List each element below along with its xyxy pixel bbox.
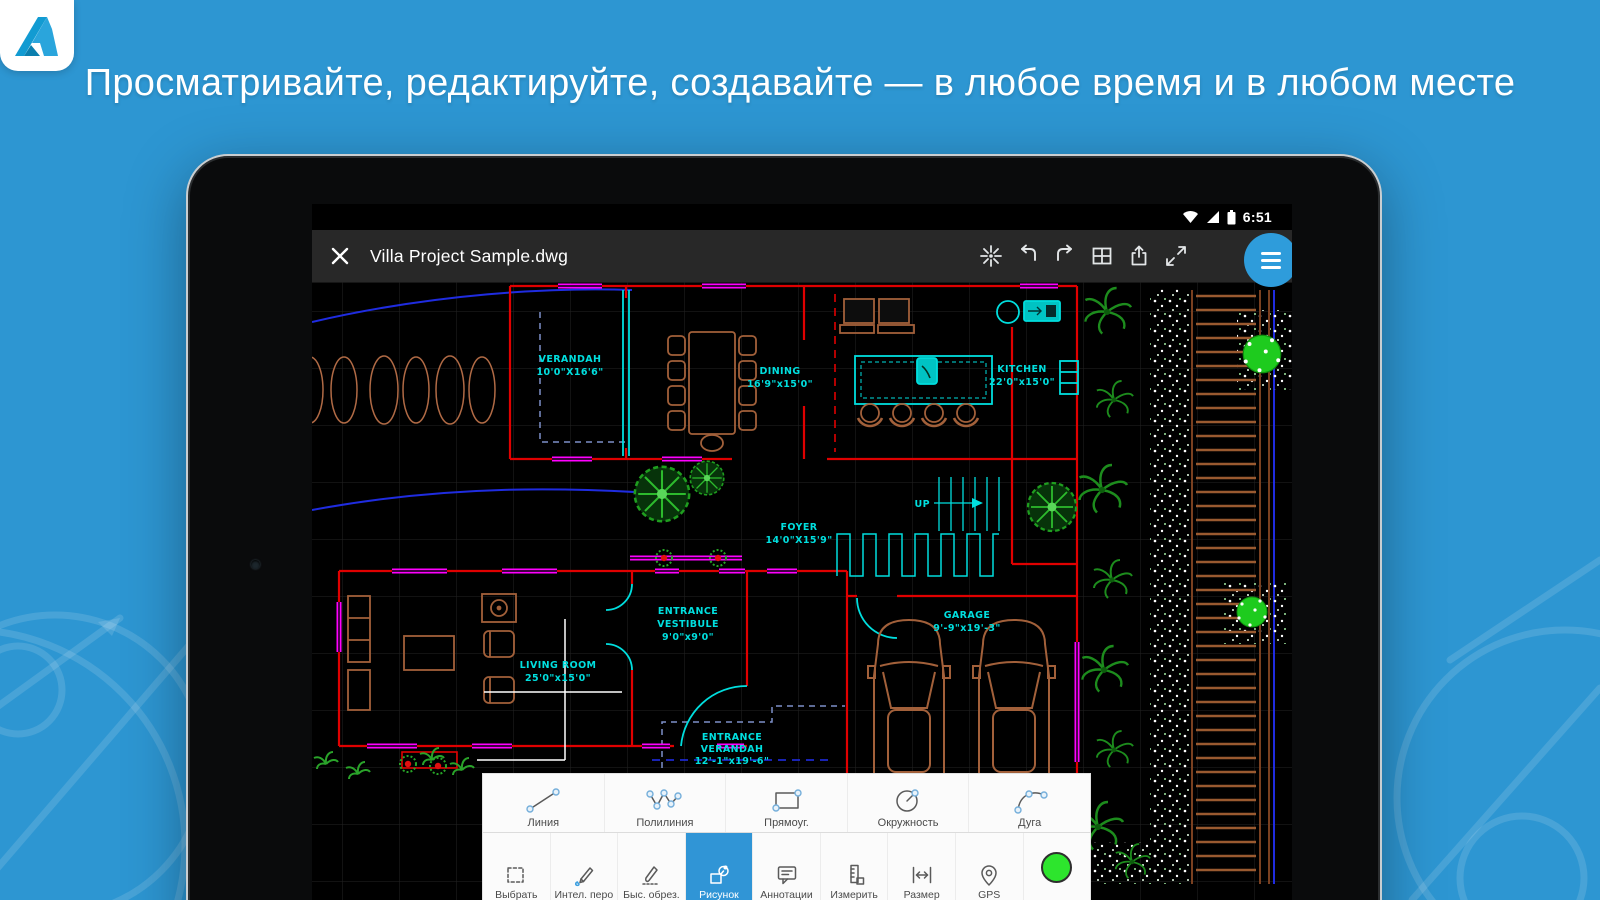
snap-icon[interactable]: [979, 244, 1003, 268]
undo-icon[interactable]: [1016, 244, 1040, 268]
toolbar-actions: [979, 244, 1276, 268]
stairs-up-label: UP: [915, 499, 930, 510]
tablet-device: 6:51 Villa Project Sample.dwg: [186, 154, 1382, 900]
dimension-tool-icon: [910, 863, 934, 889]
autodesk-logo: [14, 15, 60, 57]
gps-tool-icon: [977, 863, 1001, 889]
menu-icon: [1261, 252, 1281, 269]
tool-annotations[interactable]: Аннотации: [753, 833, 821, 900]
measure-tool-icon: [842, 863, 866, 889]
quick-trim-tool-icon: [639, 863, 663, 889]
active-color-swatch[interactable]: [1041, 852, 1072, 883]
annotations-tool-icon: [775, 863, 799, 889]
tool-draw[interactable]: Рисунок: [686, 833, 754, 900]
tool-circle[interactable]: Окружность: [848, 774, 970, 832]
cellular-signal-icon: [1206, 210, 1220, 224]
draw-tool-icon: [707, 863, 731, 889]
smart-pen-tool-icon: [572, 863, 596, 889]
tool-line[interactable]: Линия: [483, 774, 605, 832]
menu-button[interactable]: [1244, 233, 1292, 287]
tool-gps[interactable]: GPS: [956, 833, 1024, 900]
battery-icon: [1227, 210, 1236, 225]
autodesk-badge: [0, 0, 74, 71]
cad-canvas[interactable]: VERANDAH10'0"X16'6" DINING16'9"x15'0" KI…: [312, 282, 1292, 900]
status-bar: 6:51: [312, 204, 1292, 230]
close-icon[interactable]: [328, 244, 352, 268]
tool-polyline[interactable]: Полилиния: [605, 774, 727, 832]
tool-quick-trim[interactable]: Быс. обрез.: [618, 833, 686, 900]
fullscreen-icon[interactable]: [1164, 244, 1188, 268]
tool-smart-pen[interactable]: Интел. перо: [551, 833, 619, 900]
tool-dimension[interactable]: Размер: [888, 833, 956, 900]
draw-shapes-row: Линия Полилиния Прямоуг. Окружность: [483, 774, 1090, 833]
room-label-vestibule: ENTRANCEVESTIBULE9'0"x9'0": [657, 606, 719, 643]
app-toolbar: Villa Project Sample.dwg: [312, 230, 1292, 283]
tool-arc[interactable]: Дуга: [969, 774, 1090, 832]
share-icon[interactable]: [1127, 244, 1151, 268]
tool-rectangle[interactable]: Прямоуг.: [726, 774, 848, 832]
draw-tools-panel: Линия Полилиния Прямоуг. Окружность: [483, 774, 1090, 900]
document-title: Villa Project Sample.dwg: [370, 246, 568, 267]
room-label-entrance-verandah: ENTRANCEVERANDAH12'-1"x19'-6": [695, 732, 770, 767]
clock: 6:51: [1243, 209, 1272, 225]
color-swatch-cell[interactable]: [1024, 833, 1091, 900]
line-tool-icon: [521, 785, 565, 817]
redo-icon[interactable]: [1053, 244, 1077, 268]
polyline-tool-icon: [643, 785, 687, 817]
grid-icon[interactable]: [1090, 244, 1114, 268]
wifi-icon: [1182, 210, 1199, 224]
promo-screenshot: Просматривайте, редактируйте, создавайте…: [0, 0, 1600, 900]
tool-modes-row: Выбрать Интел. перо Быс. обрез. Рис: [483, 833, 1090, 900]
arc-tool-icon: [1008, 785, 1052, 817]
page-title: Просматривайте, редактируйте, создавайте…: [0, 62, 1600, 105]
tool-measure[interactable]: Измерить: [821, 833, 889, 900]
rectangle-tool-icon: [764, 785, 808, 817]
tablet-camera-dot: [251, 560, 260, 569]
circle-tool-icon: [886, 785, 930, 817]
tool-select[interactable]: Выбрать: [483, 833, 551, 900]
select-tool-icon: [504, 863, 528, 889]
tablet-screen: 6:51 Villa Project Sample.dwg: [312, 204, 1292, 900]
